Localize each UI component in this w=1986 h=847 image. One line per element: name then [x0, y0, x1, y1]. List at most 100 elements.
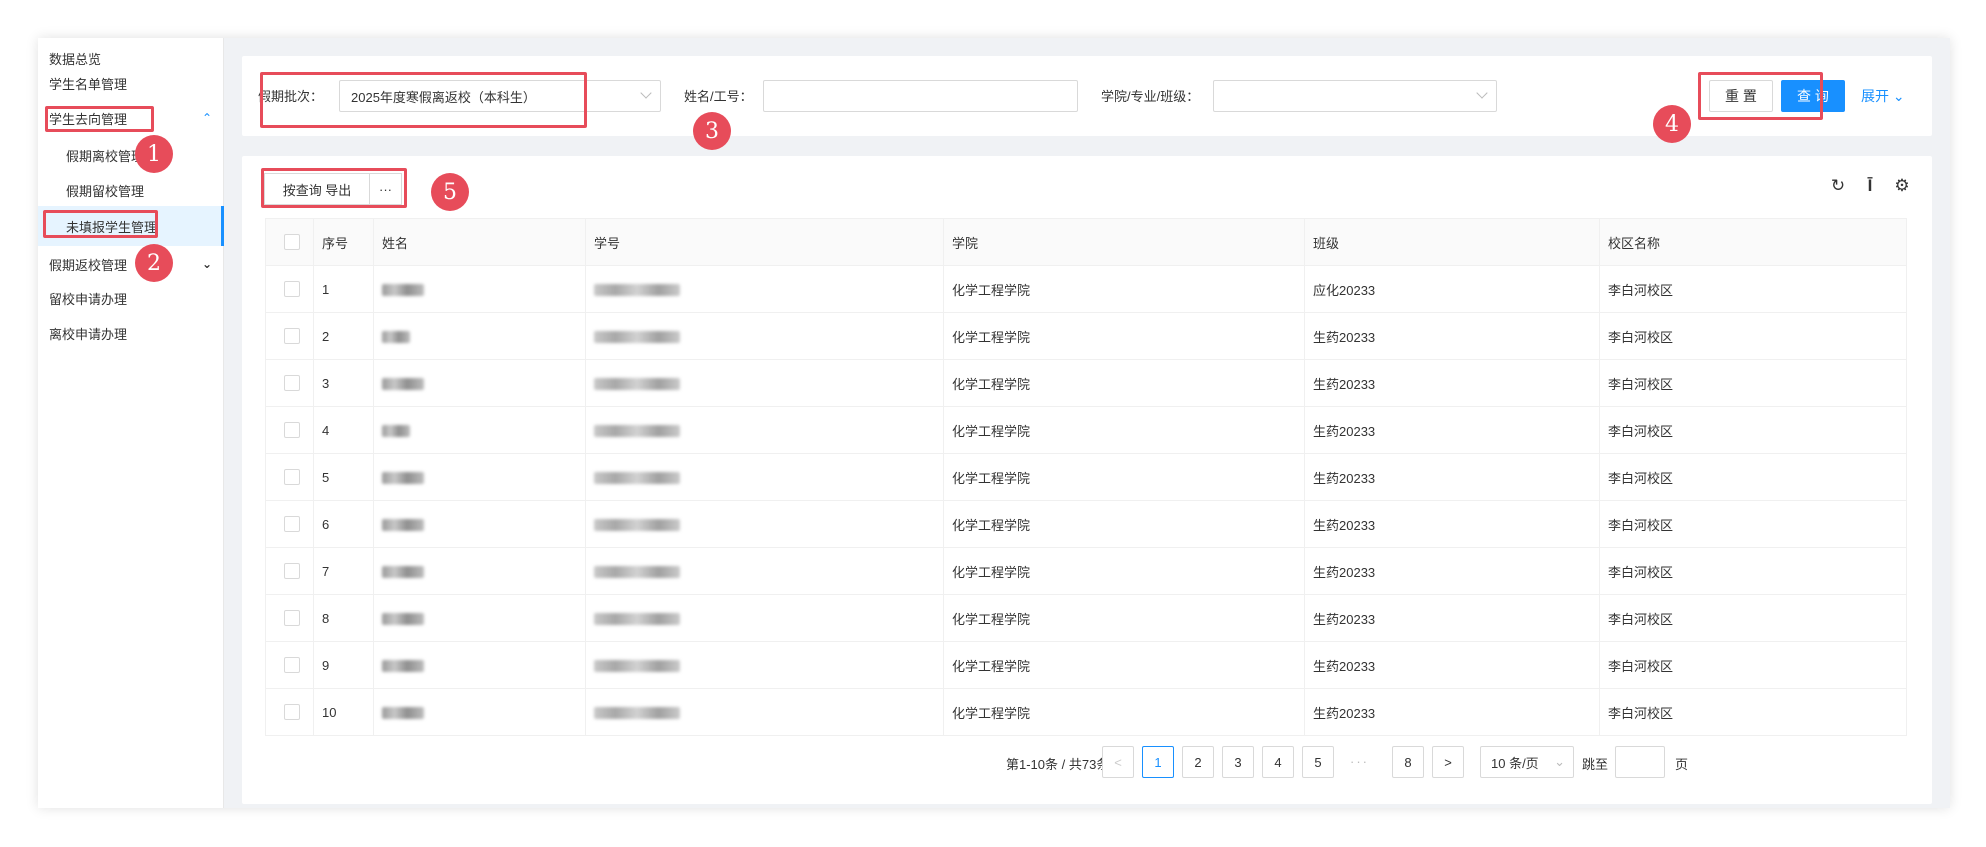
table-row[interactable]: 3 化学工程学院 生药20233 李白河校区 [265, 359, 1907, 407]
row-checkbox[interactable] [284, 610, 300, 627]
cell-class: 生药20233 [1304, 359, 1600, 407]
table-row[interactable]: 10 化学工程学院 生药20233 李白河校区 [265, 688, 1907, 736]
sidebar-item-label: 留校申请办理 [49, 291, 128, 307]
export-by-query-button[interactable]: 按查询 导出 [264, 173, 370, 205]
row-checkbox-cell [265, 265, 314, 313]
row-checkbox[interactable] [284, 422, 300, 439]
more-actions-button[interactable]: ··· [370, 173, 402, 205]
redacted-name [382, 331, 410, 344]
cell-name-redacted [373, 500, 586, 548]
page-4-button[interactable]: 4 [1262, 746, 1294, 778]
app-window: 数据总览 学生名单管理 学生去向管理 ⌃ 假期离校管理 假期留校管理 未填报学生… [38, 38, 1950, 808]
table-row[interactable]: 6 化学工程学院 生药20233 李白河校区 [265, 500, 1907, 548]
column-height-icon[interactable]: Ī [1860, 176, 1880, 196]
sidebar: 数据总览 学生名单管理 学生去向管理 ⌃ 假期离校管理 假期留校管理 未填报学生… [38, 38, 224, 808]
table-row[interactable]: 2 化学工程学院 生药20233 李白河校区 [265, 312, 1907, 360]
cell-college: 化学工程学院 [943, 453, 1305, 501]
cell-no: 9 [313, 641, 374, 689]
row-checkbox-cell [265, 312, 314, 360]
cell-college: 化学工程学院 [943, 359, 1305, 407]
batch-select-value: 2025年度寒假离返校（本科生） [351, 89, 536, 105]
redacted-name [382, 613, 424, 626]
row-checkbox[interactable] [284, 516, 300, 533]
data-table: 序号 姓名 学号 学院 班级 校区名称 1 化学工程学院 应化20233 李白河校区 … [265, 218, 1907, 736]
page-size-select[interactable]: 10 条/页 ⌄ [1480, 746, 1574, 778]
page-3-button[interactable]: 3 [1222, 746, 1254, 778]
sidebar-item-unreported-students[interactable]: 未填报学生管理 [38, 206, 224, 246]
pagination-summary: 第1-10条 / 共73条 [1006, 757, 1110, 772]
annotation-badge-5: 5 [431, 173, 469, 211]
sidebar-item-student-whereabouts[interactable]: 学生去向管理 ⌃ [38, 98, 224, 138]
table-row[interactable]: 8 化学工程学院 生药20233 李白河校区 [265, 594, 1907, 642]
cell-class: 生药20233 [1304, 406, 1600, 454]
page-ellipsis[interactable]: ··· [1350, 754, 1369, 769]
annotation-badge-2: 2 [135, 244, 173, 282]
row-checkbox[interactable] [284, 563, 300, 580]
expand-link[interactable]: 展开 ⌄ [1861, 86, 1905, 106]
sidebar-item-leave-application[interactable]: 离校申请办理 [38, 313, 224, 353]
sidebar-item-holiday-stay[interactable]: 假期留校管理 [38, 170, 224, 210]
page-5-button[interactable]: 5 [1302, 746, 1334, 778]
table-row[interactable]: 1 化学工程学院 应化20233 李白河校区 [265, 265, 1907, 313]
refresh-icon[interactable]: ↻ [1828, 176, 1848, 196]
prev-page-button[interactable]: < [1102, 746, 1134, 778]
cell-no: 2 [313, 312, 374, 360]
cell-class: 生药20233 [1304, 594, 1600, 642]
row-checkbox[interactable] [284, 281, 300, 298]
chevron-down-icon [1476, 87, 1488, 99]
row-checkbox[interactable] [284, 328, 300, 345]
sidebar-item-student-list[interactable]: 学生名单管理 [38, 63, 224, 103]
cell-id-redacted [585, 265, 944, 313]
page-1-button[interactable]: 1 [1142, 746, 1174, 778]
query-button[interactable]: 查 询 [1781, 80, 1845, 112]
cell-id-redacted [585, 641, 944, 689]
sidebar-item-label: 假期返校管理 [49, 257, 128, 273]
cell-id-redacted [585, 688, 944, 736]
jump-suffix: 页 [1675, 757, 1689, 772]
row-checkbox-cell [265, 594, 314, 642]
row-checkbox[interactable] [284, 657, 300, 674]
header-student-id: 学号 [585, 218, 944, 266]
table-row[interactable]: 7 化学工程学院 生药20233 李白河校区 [265, 547, 1907, 595]
page-2-button[interactable]: 2 [1182, 746, 1214, 778]
table-row[interactable]: 9 化学工程学院 生药20233 李白河校区 [265, 641, 1907, 689]
jump-page-input[interactable] [1615, 746, 1665, 778]
name-input[interactable] [763, 80, 1078, 112]
cell-college: 化学工程学院 [943, 594, 1305, 642]
select-all-cell [265, 218, 314, 266]
cell-no: 7 [313, 547, 374, 595]
row-checkbox[interactable] [284, 375, 300, 392]
cell-id-redacted [585, 453, 944, 501]
reset-button[interactable]: 重 置 [1709, 80, 1773, 112]
redacted-id [594, 707, 680, 720]
cell-class: 应化20233 [1304, 265, 1600, 313]
header-name: 姓名 [373, 218, 586, 266]
cell-no: 10 [313, 688, 374, 736]
sidebar-item-holiday-leave[interactable]: 假期离校管理 [38, 135, 224, 175]
cell-campus: 李白河校区 [1599, 359, 1907, 407]
redacted-id [594, 613, 680, 626]
cell-name-redacted [373, 359, 586, 407]
cell-name-redacted [373, 594, 586, 642]
page-8-button[interactable]: 8 [1392, 746, 1424, 778]
college-cascader[interactable] [1213, 80, 1497, 112]
sidebar-item-label: 假期留校管理 [66, 183, 145, 199]
redacted-id [594, 331, 680, 344]
row-checkbox[interactable] [284, 469, 300, 486]
row-checkbox[interactable] [284, 704, 300, 721]
table-panel: 按查询 导出 ··· ↻ Ī ⚙ 序号 姓名 学号 学院 班级 校区名称 1 化学… [242, 156, 1932, 804]
row-checkbox-cell [265, 453, 314, 501]
sidebar-item-stay-application[interactable]: 留校申请办理 [38, 278, 224, 318]
next-page-button[interactable]: > [1432, 746, 1464, 778]
annotation-badge-4: 4 [1653, 105, 1691, 143]
cell-name-redacted [373, 265, 586, 313]
table-row[interactable]: 5 化学工程学院 生药20233 李白河校区 [265, 453, 1907, 501]
select-all-checkbox[interactable] [284, 234, 300, 251]
redacted-id [594, 472, 680, 485]
table-row[interactable]: 4 化学工程学院 生药20233 李白河校区 [265, 406, 1907, 454]
cell-class: 生药20233 [1304, 641, 1600, 689]
batch-select[interactable]: 2025年度寒假离返校（本科生） [339, 80, 661, 112]
redacted-id [594, 378, 680, 391]
name-label: 姓名/工号： [684, 89, 753, 104]
settings-icon[interactable]: ⚙ [1892, 176, 1912, 196]
